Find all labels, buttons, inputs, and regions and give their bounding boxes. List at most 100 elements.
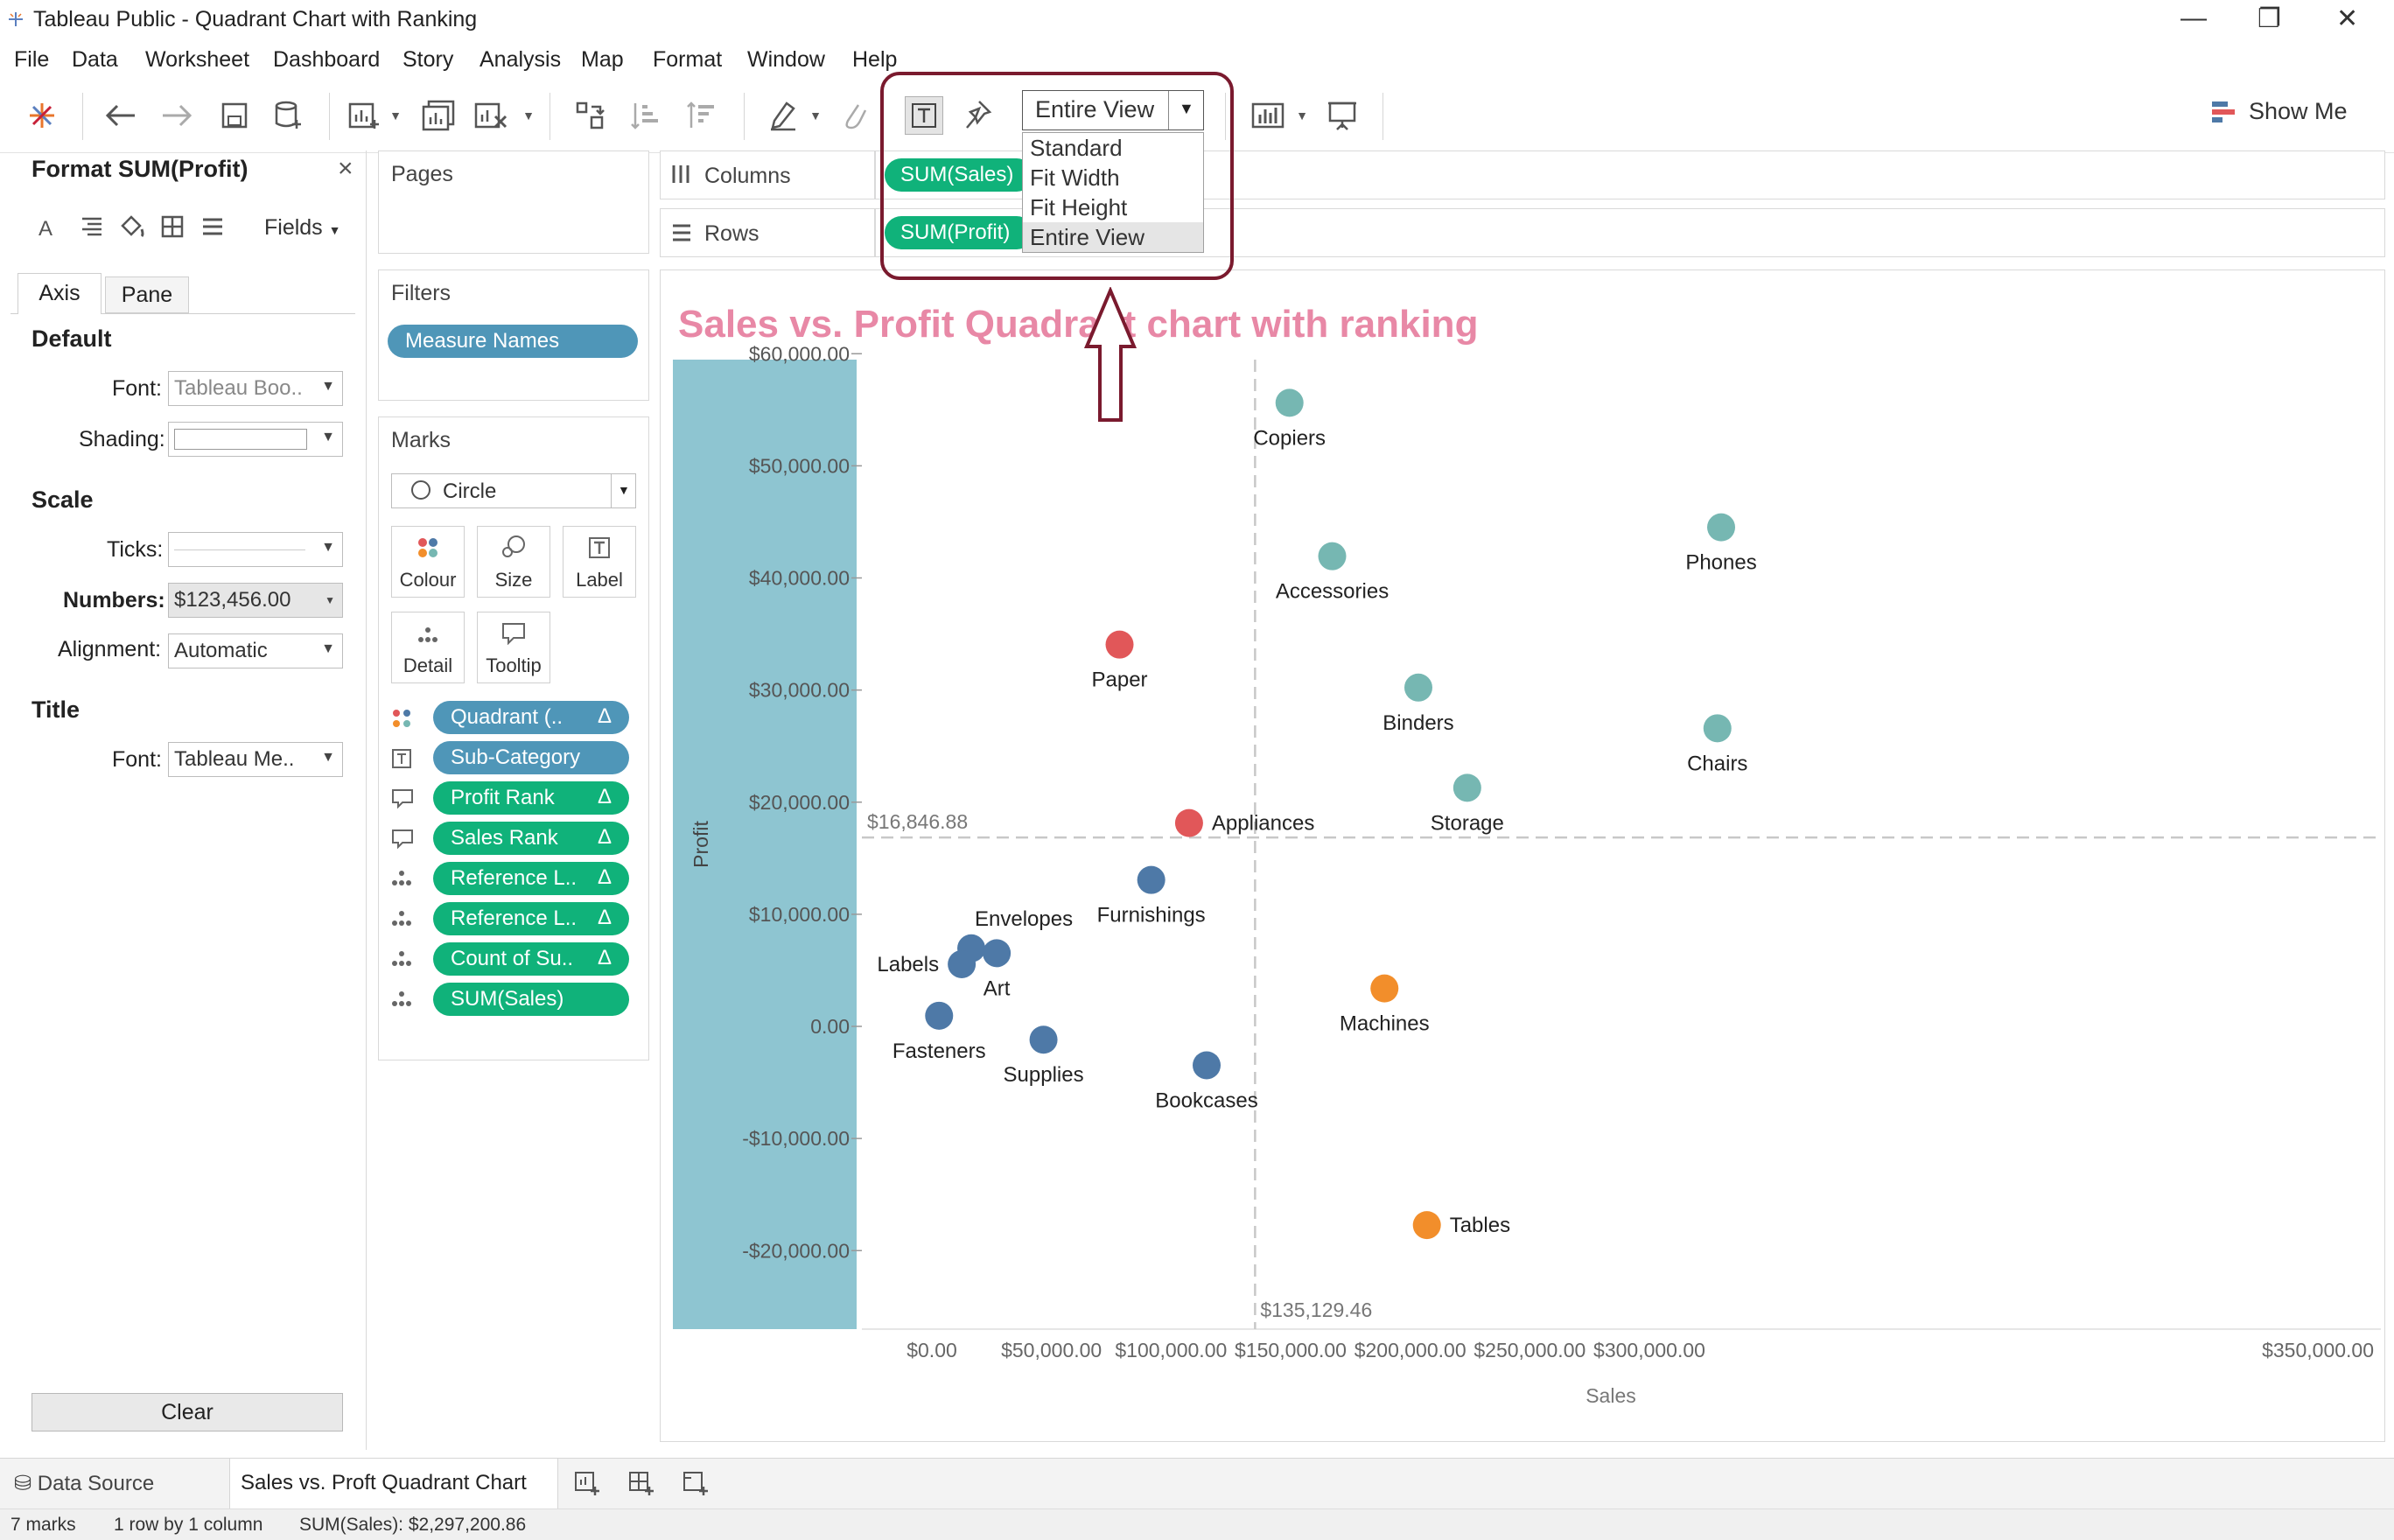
data-label: Tables [1450, 1214, 1510, 1237]
swap-icon[interactable] [570, 96, 609, 135]
menu-file[interactable]: File [14, 47, 49, 73]
chevron-down-icon[interactable]: ▼ [385, 96, 406, 135]
title-heading: Title [32, 696, 80, 723]
mark-field-pill[interactable]: Count of Su.. Δ [433, 942, 629, 976]
mark-field-pill[interactable]: Reference L.. Δ [433, 862, 629, 895]
data-point [983, 939, 1012, 968]
chevron-down-icon: ▼ [321, 430, 335, 444]
new-datasource-icon[interactable] [270, 96, 308, 135]
scatter-chart[interactable]: Sales vs. Profit Quadrant chart with ran… [661, 270, 2384, 1441]
label-button[interactable]: Label [563, 526, 636, 598]
delta-icon: Δ [597, 825, 612, 849]
delta-icon: Δ [597, 865, 612, 889]
mark-field-label: Quadrant (.. [451, 705, 564, 729]
lines-format-icon[interactable] [201, 215, 224, 242]
mark-type-dropdown[interactable]: Circle ▼ [391, 473, 636, 508]
menu-format[interactable]: Format [653, 47, 722, 73]
group-icon[interactable] [835, 96, 873, 135]
fields-dropdown[interactable]: Fields ▼ [264, 215, 341, 241]
size-button[interactable]: Size [477, 526, 550, 598]
menu-dashboard[interactable]: Dashboard [273, 47, 380, 73]
alignment-format-icon[interactable] [80, 215, 103, 242]
chevron-down-icon[interactable]: ▼ [1292, 96, 1312, 135]
data-label: Binders [1382, 711, 1453, 735]
y-tick-label: -$10,000.00 [742, 1127, 850, 1150]
mark-field-pill[interactable]: Reference L.. Δ [433, 902, 629, 935]
new-story-icon[interactable] [682, 1469, 710, 1502]
label-icon [588, 536, 611, 565]
colour-button[interactable]: Colour [391, 526, 465, 598]
data-point [1318, 542, 1347, 570]
tab-pane[interactable]: Pane [105, 276, 189, 313]
save-icon[interactable] [215, 96, 254, 135]
close-button[interactable]: ✕ [2336, 4, 2358, 34]
y-tick-label: $30,000.00 [749, 679, 850, 702]
new-worksheet-icon[interactable] [346, 96, 385, 135]
chevron-down-icon[interactable]: ▼ [518, 96, 539, 135]
font-dropdown[interactable]: Tableau Boo.. ▼ [168, 371, 343, 406]
new-dashboard-icon[interactable] [628, 1469, 656, 1502]
chevron-down-icon: ▼ [321, 379, 335, 394]
undo-icon[interactable] [102, 96, 140, 135]
mark-field-pill[interactable]: Sales Rank Δ [433, 822, 629, 855]
shading-label: Shading: [79, 427, 165, 452]
data-point [1029, 1026, 1058, 1054]
font-format-icon[interactable]: A [38, 217, 52, 242]
data-label: Paper [1091, 668, 1147, 692]
show-me-icon[interactable] [2210, 98, 2236, 128]
ticks-dropdown[interactable]: ▼ [168, 532, 343, 567]
tableau-logo-icon[interactable] [23, 96, 61, 135]
sort-desc-icon[interactable] [682, 96, 721, 135]
shading-dropdown[interactable]: ▼ [168, 422, 343, 457]
sheet-tab-active[interactable]: Sales vs. Proft Quadrant Chart [229, 1459, 558, 1509]
data-point [1275, 388, 1304, 417]
presentation-icon[interactable] [1323, 96, 1362, 135]
chart-type-icon[interactable] [1250, 96, 1288, 135]
menu-worksheet[interactable]: Worksheet [145, 47, 249, 73]
ref-line-x-label: $135,129.46 [1260, 1298, 1372, 1321]
borders-format-icon[interactable] [161, 215, 184, 242]
redo-icon[interactable] [158, 96, 196, 135]
mark-field-label: Reference L.. [451, 906, 578, 930]
show-me-button[interactable]: Show Me [2249, 98, 2348, 125]
sort-asc-icon[interactable] [626, 96, 665, 135]
chevron-down-icon[interactable]: ▼ [805, 96, 826, 135]
menu-window[interactable]: Window [747, 47, 825, 73]
mark-field-pill[interactable]: SUM(Sales) [433, 983, 629, 1016]
scale-heading: Scale [32, 486, 94, 513]
menu-data[interactable]: Data [72, 47, 118, 73]
minimize-button[interactable]: — [2180, 4, 2207, 33]
data-label: Bookcases [1155, 1088, 1257, 1112]
filters-card-title: Filters [391, 281, 452, 305]
mark-field-pill[interactable]: Sub-Category [433, 741, 629, 774]
new-worksheet-icon[interactable] [574, 1469, 602, 1502]
title-font-dropdown[interactable]: Tableau Me.. ▼ [168, 742, 343, 777]
marks-card-title: Marks [391, 428, 452, 452]
chevron-down-icon: ▼ [325, 594, 335, 606]
numbers-dropdown[interactable]: $123,456.00 ▼ [168, 583, 343, 618]
alignment-dropdown[interactable]: Automatic ▼ [168, 634, 343, 668]
restore-button[interactable]: ❐ [2258, 4, 2281, 34]
x-tick-label: $100,000.00 [1115, 1339, 1227, 1362]
menu-help[interactable]: Help [852, 47, 897, 73]
close-icon[interactable]: × [338, 154, 354, 184]
menu-analysis[interactable]: Analysis [480, 47, 561, 73]
clear-sheet-icon[interactable] [472, 96, 511, 135]
size-icon [500, 535, 527, 565]
detail-button[interactable]: Detail [391, 612, 465, 683]
highlight-icon[interactable] [765, 96, 803, 135]
data-source-tab[interactable]: ⛁ Data Source [14, 1471, 154, 1496]
tab-axis[interactable]: Axis [18, 273, 102, 314]
menu-story[interactable]: Story [402, 47, 453, 73]
mark-field-pill[interactable]: Profit Rank Δ [433, 781, 629, 815]
filter-pill[interactable]: Measure Names [388, 325, 638, 358]
y-tick-label: $20,000.00 [749, 791, 850, 814]
duplicate-sheet-icon[interactable] [420, 96, 458, 135]
tooltip-button[interactable]: Tooltip [477, 612, 550, 683]
shading-format-icon[interactable] [119, 214, 145, 244]
mark-field-pill[interactable]: Quadrant (.. Δ [433, 701, 629, 734]
menu-map[interactable]: Map [581, 47, 624, 73]
y-tick-label: $50,000.00 [749, 454, 850, 477]
clear-button[interactable]: Clear [32, 1393, 343, 1432]
data-label: Accessories [1276, 580, 1389, 604]
